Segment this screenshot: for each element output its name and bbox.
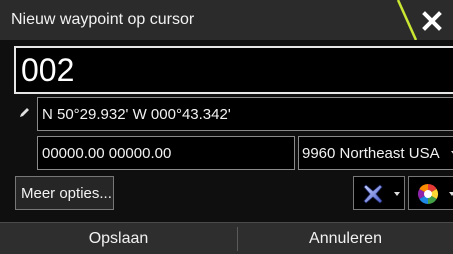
loran-chain-value: 9960 Northeast USA: [302, 145, 440, 162]
color-wheel-icon: [418, 184, 438, 204]
symbol-select-button[interactable]: [353, 176, 405, 210]
position-field[interactable]: N 50°29.932' W 000°43.342': [37, 97, 453, 131]
waypoint-name-field[interactable]: 002: [14, 46, 453, 94]
new-waypoint-dialog: Nieuw waypoint op cursor 002 N 50°29.932…: [0, 0, 453, 254]
save-button[interactable]: Opslaan: [0, 223, 237, 254]
dialog-title-bar: Nieuw waypoint op cursor: [0, 0, 453, 40]
more-options-button[interactable]: Meer opties...: [15, 176, 114, 210]
waypoint-x-symbol-icon: [363, 184, 383, 204]
chevron-down-icon: [449, 192, 453, 196]
close-icon: [422, 11, 442, 31]
close-button[interactable]: [415, 5, 449, 37]
more-options-label: Meer opties...: [21, 185, 112, 202]
loran-td-value: 00000.00 00000.00: [42, 145, 172, 162]
color-select-button[interactable]: [408, 176, 453, 210]
position-value: N 50°29.932' W 000°43.342': [42, 106, 231, 123]
chevron-down-icon: [394, 192, 400, 196]
dialog-title: Nieuw waypoint op cursor: [11, 11, 195, 28]
cancel-button[interactable]: Annuleren: [238, 223, 453, 254]
loran-chain-select[interactable]: 9960 Northeast USA: [298, 136, 453, 170]
pencil-icon: [20, 108, 29, 117]
loran-td-field[interactable]: 00000.00 00000.00: [37, 136, 295, 170]
dialog-button-bar: Opslaan Annuleren: [0, 222, 453, 254]
waypoint-name-value: 002: [21, 52, 75, 88]
